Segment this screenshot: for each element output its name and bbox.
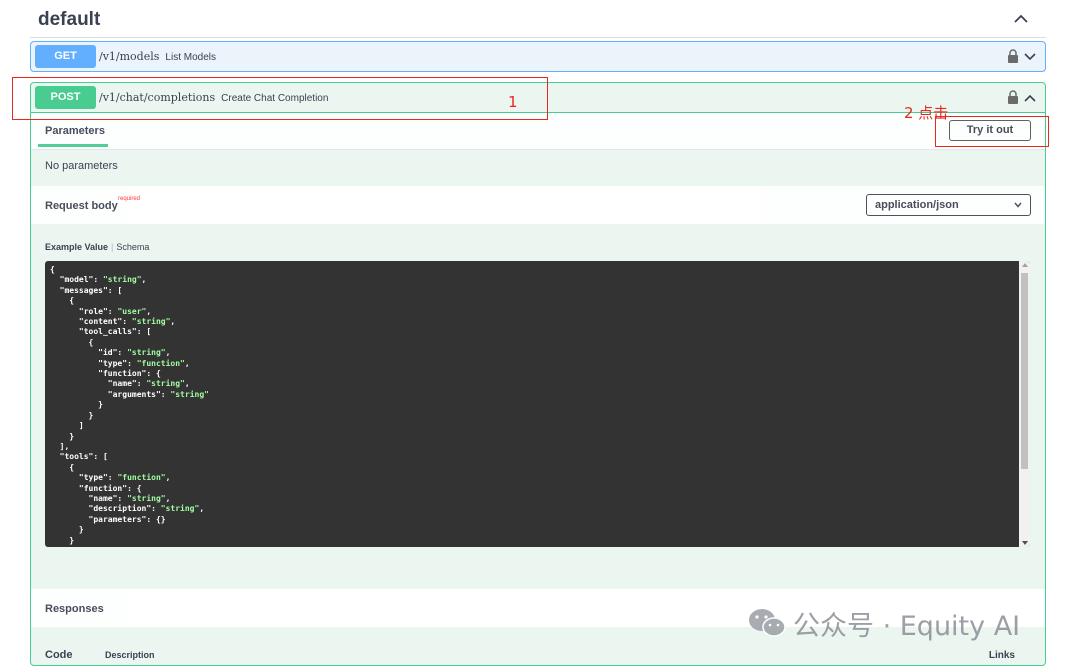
- operation-post-chat-completions: POST /v1/chat/completions Create Chat Com…: [30, 82, 1046, 666]
- responses-label: Responses: [45, 603, 104, 615]
- method-badge-get: GET: [35, 45, 96, 68]
- path-text: /v1/models: [99, 50, 160, 63]
- request-body-label: Request body: [45, 200, 118, 212]
- annotation-label-step2: 2 点击: [904, 104, 949, 122]
- operation-summary[interactable]: GET /v1/models List Models: [31, 42, 1045, 72]
- content-type-value: application/json: [875, 199, 959, 211]
- section-title: default: [38, 9, 101, 30]
- lock-icon[interactable]: [1007, 90, 1019, 104]
- watermark-text: 公众号 · Equity AI: [793, 610, 1021, 642]
- scroll-up-arrow-icon[interactable]: [1022, 263, 1028, 267]
- request-body-bar: Request body application/json: [31, 186, 1045, 224]
- operation-get-models[interactable]: GET /v1/models List Models: [30, 41, 1046, 72]
- annotation-box-step1: [12, 77, 548, 120]
- operation-path: /v1/models List Models: [99, 50, 216, 63]
- example-schema-tabs: Example Value | Schema: [45, 242, 149, 252]
- chevron-down-icon[interactable]: [1023, 51, 1037, 63]
- tab-underline: [38, 144, 108, 147]
- scroll-thumb[interactable]: [1021, 273, 1028, 469]
- chevron-up-icon[interactable]: [1012, 10, 1030, 28]
- required-badge: required: [118, 196, 141, 202]
- tab-schema[interactable]: Schema: [116, 242, 149, 252]
- column-header-links: Links: [988, 650, 1015, 661]
- annotation-label-step1: 1: [508, 93, 518, 111]
- code-scrollbar[interactable]: [1019, 261, 1030, 547]
- code-content: { "model": "string", "messages": [ { "ro…: [50, 265, 209, 545]
- tab-example-value[interactable]: Example Value: [45, 242, 108, 252]
- content-type-select[interactable]: application/json: [866, 194, 1031, 216]
- watermark: 公众号 · Equity AI: [747, 605, 1021, 642]
- column-header-description: Description: [105, 650, 155, 660]
- section-header[interactable]: default: [30, 0, 1046, 38]
- operation-summary-text: List Models: [165, 52, 216, 63]
- column-header-code: Code: [45, 649, 73, 661]
- example-json-code[interactable]: { "model": "string", "messages": [ { "ro…: [45, 261, 1030, 547]
- wechat-icon: [749, 609, 786, 637]
- scroll-down-arrow-icon[interactable]: [1022, 541, 1028, 545]
- chevron-up-icon[interactable]: [1023, 92, 1037, 104]
- lock-icon[interactable]: [1007, 49, 1019, 63]
- tab-parameters[interactable]: Parameters: [45, 125, 105, 137]
- chevron-down-icon: [1014, 202, 1022, 208]
- tab-separator: |: [111, 242, 114, 252]
- no-parameters-text: No parameters: [45, 160, 118, 172]
- annotation-box-step2: [935, 116, 1049, 147]
